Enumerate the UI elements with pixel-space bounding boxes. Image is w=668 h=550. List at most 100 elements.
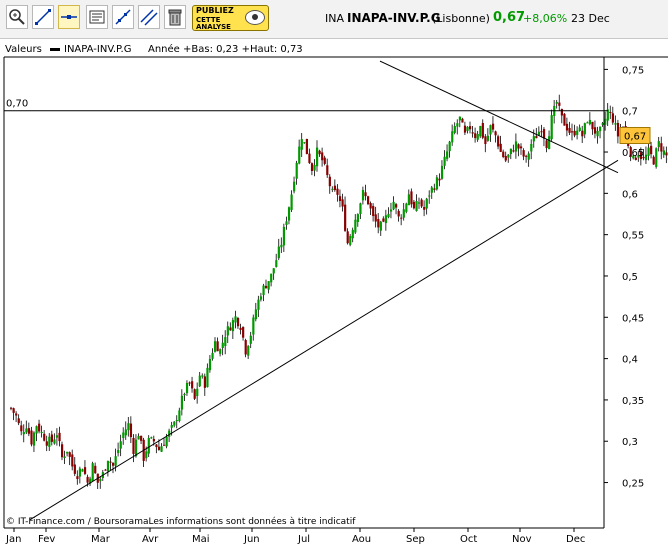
candle-body xyxy=(15,413,18,416)
candle-body xyxy=(405,203,408,212)
candle-body xyxy=(400,217,403,219)
y-tick-label: 0,3 xyxy=(622,437,638,448)
last-price-label: 0,67 xyxy=(624,132,646,143)
candle-body xyxy=(206,367,209,388)
candle-body xyxy=(545,140,548,149)
candle-body xyxy=(379,221,382,231)
candle-body xyxy=(407,194,410,206)
candle-body xyxy=(17,418,20,424)
candle-body xyxy=(387,213,390,218)
candle-body xyxy=(68,452,71,457)
candle-body xyxy=(644,154,648,161)
x-tick-label: Avr xyxy=(142,534,159,545)
candle-body xyxy=(344,204,347,231)
candle-body xyxy=(249,335,252,344)
candle-body xyxy=(341,199,344,207)
candle-body xyxy=(410,191,413,205)
y-tick-label: 0,25 xyxy=(622,479,644,490)
candle-body xyxy=(38,423,41,432)
candle-body xyxy=(504,155,507,161)
candle-body xyxy=(234,316,237,323)
candle-body xyxy=(593,127,597,134)
candle-body xyxy=(476,134,479,140)
candle-body xyxy=(300,139,303,150)
candle-body xyxy=(484,136,487,145)
candle-body xyxy=(392,201,395,210)
candle-body xyxy=(109,461,112,463)
candle-body xyxy=(134,439,138,457)
candle-body xyxy=(127,423,130,431)
candle-body xyxy=(78,468,82,477)
candle-body xyxy=(359,203,362,215)
candle-body xyxy=(58,432,61,442)
candle-body xyxy=(262,285,265,296)
candle-body xyxy=(147,437,150,454)
candle-body xyxy=(446,151,449,159)
candle-body xyxy=(448,141,451,152)
price-chart[interactable]: 0,67 0,25 0,3 0,35 0,4 0,45 0,5 0,55 0,6 0,65 0,7… xyxy=(0,0,668,550)
candle-body xyxy=(165,436,168,447)
candle-body xyxy=(469,126,472,130)
candle-body xyxy=(254,309,257,320)
candle-body xyxy=(548,136,551,150)
candle-body xyxy=(435,177,439,190)
candle-body xyxy=(216,341,219,352)
candle-body xyxy=(198,375,201,387)
candle-body xyxy=(124,429,127,436)
y-tick-label: 0,65 xyxy=(622,148,644,159)
candle-body xyxy=(106,460,110,472)
y-tick-label: 0,4 xyxy=(622,355,638,366)
candle-body xyxy=(509,148,512,155)
candle-body xyxy=(285,221,288,225)
candle-body xyxy=(369,203,372,209)
credit-text: © IT-Finance.com / BoursoramaLes informa… xyxy=(6,516,356,527)
candle-body xyxy=(372,206,375,217)
candle-body xyxy=(550,115,553,140)
candle-body xyxy=(614,123,617,125)
candle-body xyxy=(83,467,87,474)
candle-body xyxy=(578,127,581,131)
candle-body xyxy=(555,102,558,104)
x-tick-label: Sep xyxy=(406,534,425,545)
x-tick-label: Jul xyxy=(297,534,310,545)
candle-body xyxy=(660,143,663,152)
candle-body xyxy=(277,246,280,259)
candle-body xyxy=(35,426,38,434)
candle-body xyxy=(27,428,31,434)
candle-body xyxy=(71,454,74,467)
candle-body xyxy=(560,108,563,116)
candle-body xyxy=(129,423,133,438)
candle-body xyxy=(40,431,43,433)
candle-body xyxy=(231,320,235,332)
candle-body xyxy=(257,299,260,310)
candle-body xyxy=(326,165,329,176)
y-tick-label: 0,75 xyxy=(622,65,644,76)
candle-body xyxy=(599,126,602,132)
candle-body xyxy=(73,464,76,474)
candle-body xyxy=(583,123,586,135)
candle-body xyxy=(657,141,660,148)
candle-body xyxy=(520,146,523,149)
candle-body xyxy=(188,382,191,384)
candle-body xyxy=(333,185,337,191)
resistance-trend-line[interactable] xyxy=(379,60,619,174)
candle-body xyxy=(226,326,229,336)
candle-body xyxy=(214,341,217,352)
candle-body xyxy=(486,135,490,141)
candle-body xyxy=(175,420,178,422)
candle-body xyxy=(229,327,232,331)
candle-body xyxy=(293,181,296,192)
candle-body xyxy=(185,382,189,394)
candle-body xyxy=(242,327,245,338)
support-trend-line[interactable] xyxy=(29,159,619,521)
candle-body xyxy=(323,157,326,164)
candle-body xyxy=(428,195,431,197)
candle-body xyxy=(430,187,433,193)
candle-body xyxy=(43,433,46,441)
candle-body xyxy=(665,152,668,156)
candle-body xyxy=(122,432,125,439)
candle-body xyxy=(382,218,385,222)
candle-body xyxy=(502,151,505,157)
lines-layer: 0,67 xyxy=(4,60,651,521)
candle-body xyxy=(433,188,436,190)
